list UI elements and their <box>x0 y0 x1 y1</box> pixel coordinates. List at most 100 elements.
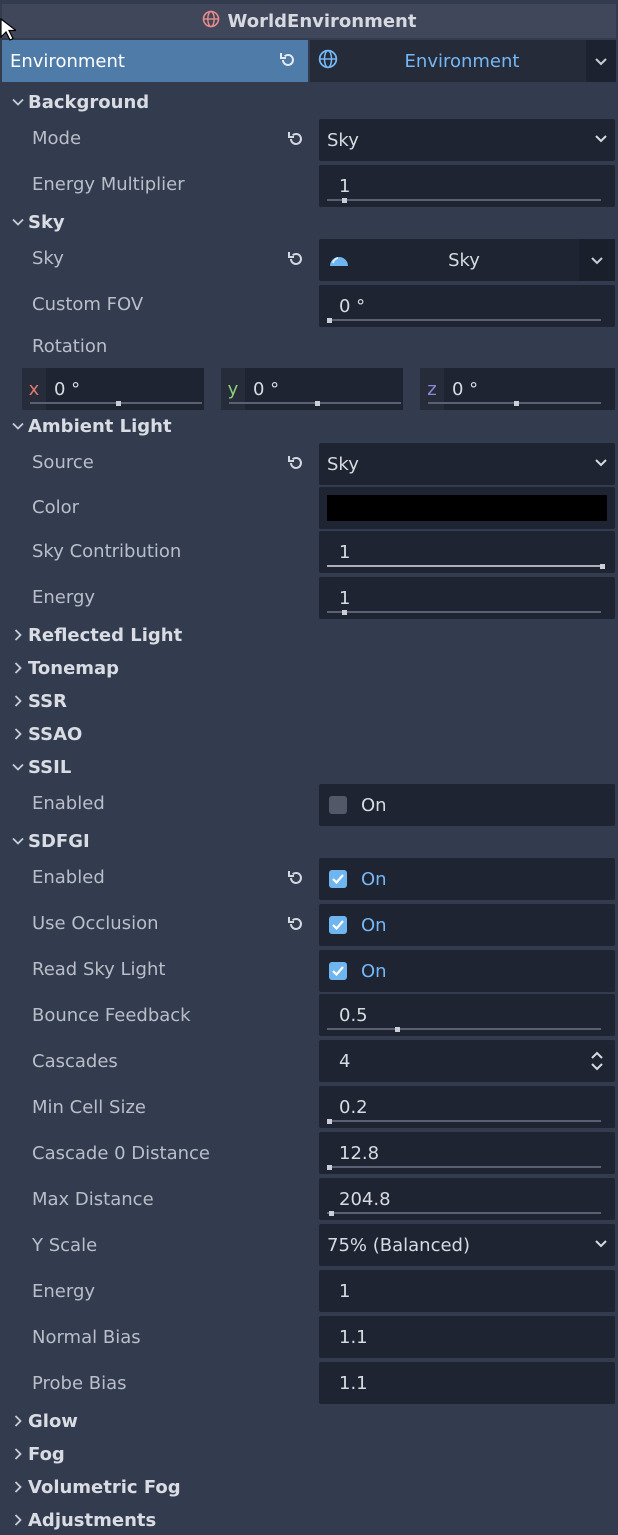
chevron-right-icon <box>10 662 26 674</box>
rotation-x-field[interactable]: x 0 ° <box>22 368 204 410</box>
mode-label: Mode <box>32 127 82 149</box>
chevron-down-icon[interactable] <box>586 40 616 82</box>
slider-grabber[interactable] <box>327 1165 332 1170</box>
revert-icon[interactable] <box>278 50 298 75</box>
section-title: SSAO <box>28 723 83 745</box>
bounce-feedback-slider[interactable]: 0.5 <box>319 994 615 1036</box>
rotation-y-field[interactable]: y 0 ° <box>221 368 403 410</box>
read-sky-light-label: Read Sky Light <box>32 958 166 980</box>
revert-icon[interactable] <box>286 453 306 478</box>
checkbox-checked-icon <box>329 916 347 934</box>
chevron-down-icon <box>10 98 26 106</box>
chevron-down-icon <box>593 455 609 476</box>
section-fog[interactable]: Fog <box>10 1439 610 1469</box>
cascades-spinbox[interactable]: 4 <box>319 1040 615 1082</box>
sky-contribution-slider[interactable]: 1 <box>319 531 615 573</box>
revert-icon[interactable] <box>286 868 306 893</box>
sdfgi-energy-field[interactable]: 1 <box>319 1270 615 1312</box>
mouse-cursor-icon <box>0 18 16 41</box>
checkbox-unchecked-icon <box>329 796 347 814</box>
spin-arrows-icon[interactable] <box>589 1050 605 1077</box>
revert-icon[interactable] <box>286 129 306 154</box>
slider-grabber[interactable] <box>315 401 320 406</box>
slider-grabber[interactable] <box>342 198 347 203</box>
energy-multiplier-label: Energy Multiplier <box>32 173 185 195</box>
custom-fov-slider[interactable]: 0 ° <box>319 285 615 327</box>
slider-grabber[interactable] <box>327 318 332 323</box>
rotation-z-field[interactable]: z 0 ° <box>420 368 615 410</box>
ssil-enabled-checkbox[interactable]: On <box>319 784 615 826</box>
sdfgi-enabled-label: Enabled <box>32 866 105 888</box>
slider-grabber[interactable] <box>116 401 121 406</box>
environment-resource-picker[interactable]: Environment <box>310 40 616 82</box>
environment-property[interactable]: Environment <box>2 40 308 82</box>
slider-grabber[interactable] <box>600 564 605 569</box>
rotation-z-value: 0 ° <box>452 378 479 400</box>
use-occlusion-checkbox[interactable]: On <box>319 904 615 946</box>
slider-track <box>327 319 601 321</box>
mode-value: Sky <box>327 129 359 151</box>
slider-grabber[interactable] <box>327 1119 332 1124</box>
max-distance-slider[interactable]: 204.8 <box>319 1178 615 1220</box>
read-sky-light-checkbox[interactable]: On <box>319 950 615 992</box>
probe-bias-field[interactable]: 1.1 <box>319 1362 615 1404</box>
chevron-right-icon <box>10 1415 26 1427</box>
bounce-feedback-label: Bounce Feedback <box>32 1004 191 1026</box>
chevron-right-icon <box>10 1514 26 1526</box>
section-title: Adjustments <box>28 1509 157 1531</box>
color-picker-button[interactable] <box>319 487 615 529</box>
normal-bias-field[interactable]: 1.1 <box>319 1316 615 1358</box>
slider-grabber[interactable] <box>342 610 347 615</box>
checkbox-checked-icon <box>329 962 347 980</box>
environment-property-label: Environment <box>10 50 125 72</box>
revert-icon[interactable] <box>286 914 306 939</box>
max-distance-label: Max Distance <box>32 1188 154 1210</box>
source-select[interactable]: Sky <box>319 443 615 485</box>
sky-contribution-label: Sky Contribution <box>32 540 182 562</box>
sky-resource-icon <box>329 253 349 267</box>
sky-contribution-value: 1 <box>339 541 351 563</box>
section-ssr[interactable]: SSR <box>10 686 610 716</box>
use-occlusion-label: Use Occlusion <box>32 912 159 934</box>
mode-select[interactable]: Sky <box>319 119 615 161</box>
slider-grabber[interactable] <box>514 401 519 406</box>
custom-fov-value: 0 ° <box>339 295 366 317</box>
color-label: Color <box>32 496 79 518</box>
sdfgi-enabled-checkbox[interactable]: On <box>319 858 615 900</box>
custom-fov-label: Custom FOV <box>32 293 144 315</box>
section-glow[interactable]: Glow <box>10 1406 610 1436</box>
section-tonemap[interactable]: Tonemap <box>10 653 610 683</box>
section-background[interactable]: Background <box>10 87 610 117</box>
slider-track <box>327 611 601 613</box>
section-ssao[interactable]: SSAO <box>10 719 610 749</box>
section-volumetric-fog[interactable]: Volumetric Fog <box>10 1472 610 1502</box>
section-reflected-light[interactable]: Reflected Light <box>10 620 610 650</box>
section-sky[interactable]: Sky <box>10 207 610 237</box>
sdfgi-enabled-value: On <box>361 868 387 890</box>
section-sdfgi[interactable]: SDFGI <box>10 826 610 856</box>
sky-label: Sky <box>32 247 64 269</box>
y-scale-select[interactable]: 75% (Balanced) <box>319 1224 615 1266</box>
slider-grabber[interactable] <box>329 1211 334 1216</box>
section-title: Volumetric Fog <box>28 1476 181 1498</box>
ambient-energy-slider[interactable]: 1 <box>319 577 615 619</box>
energy-multiplier-value: 1 <box>339 175 351 197</box>
section-ambient-light[interactable]: Ambient Light <box>10 411 610 441</box>
revert-icon[interactable] <box>286 249 306 274</box>
section-adjustments[interactable]: Adjustments <box>10 1505 610 1535</box>
chevron-down-icon[interactable] <box>579 239 615 281</box>
energy-multiplier-slider[interactable]: 1 <box>319 165 615 207</box>
sdfgi-energy-label: Energy <box>32 1280 96 1302</box>
section-title: SDFGI <box>28 830 90 852</box>
sky-resource-picker[interactable]: Sky <box>319 239 615 281</box>
slider-grabber[interactable] <box>395 1027 400 1032</box>
use-occlusion-value: On <box>361 914 387 936</box>
sky-resource-value: Sky <box>448 249 480 271</box>
min-cell-size-slider[interactable]: 0.2 <box>319 1086 615 1128</box>
slider-track <box>327 1166 601 1168</box>
chevron-right-icon <box>10 629 26 641</box>
slider-track <box>327 199 601 201</box>
slider-track <box>327 565 601 567</box>
section-ssil[interactable]: SSIL <box>10 752 610 782</box>
cascade-0-distance-slider[interactable]: 12.8 <box>319 1132 615 1174</box>
